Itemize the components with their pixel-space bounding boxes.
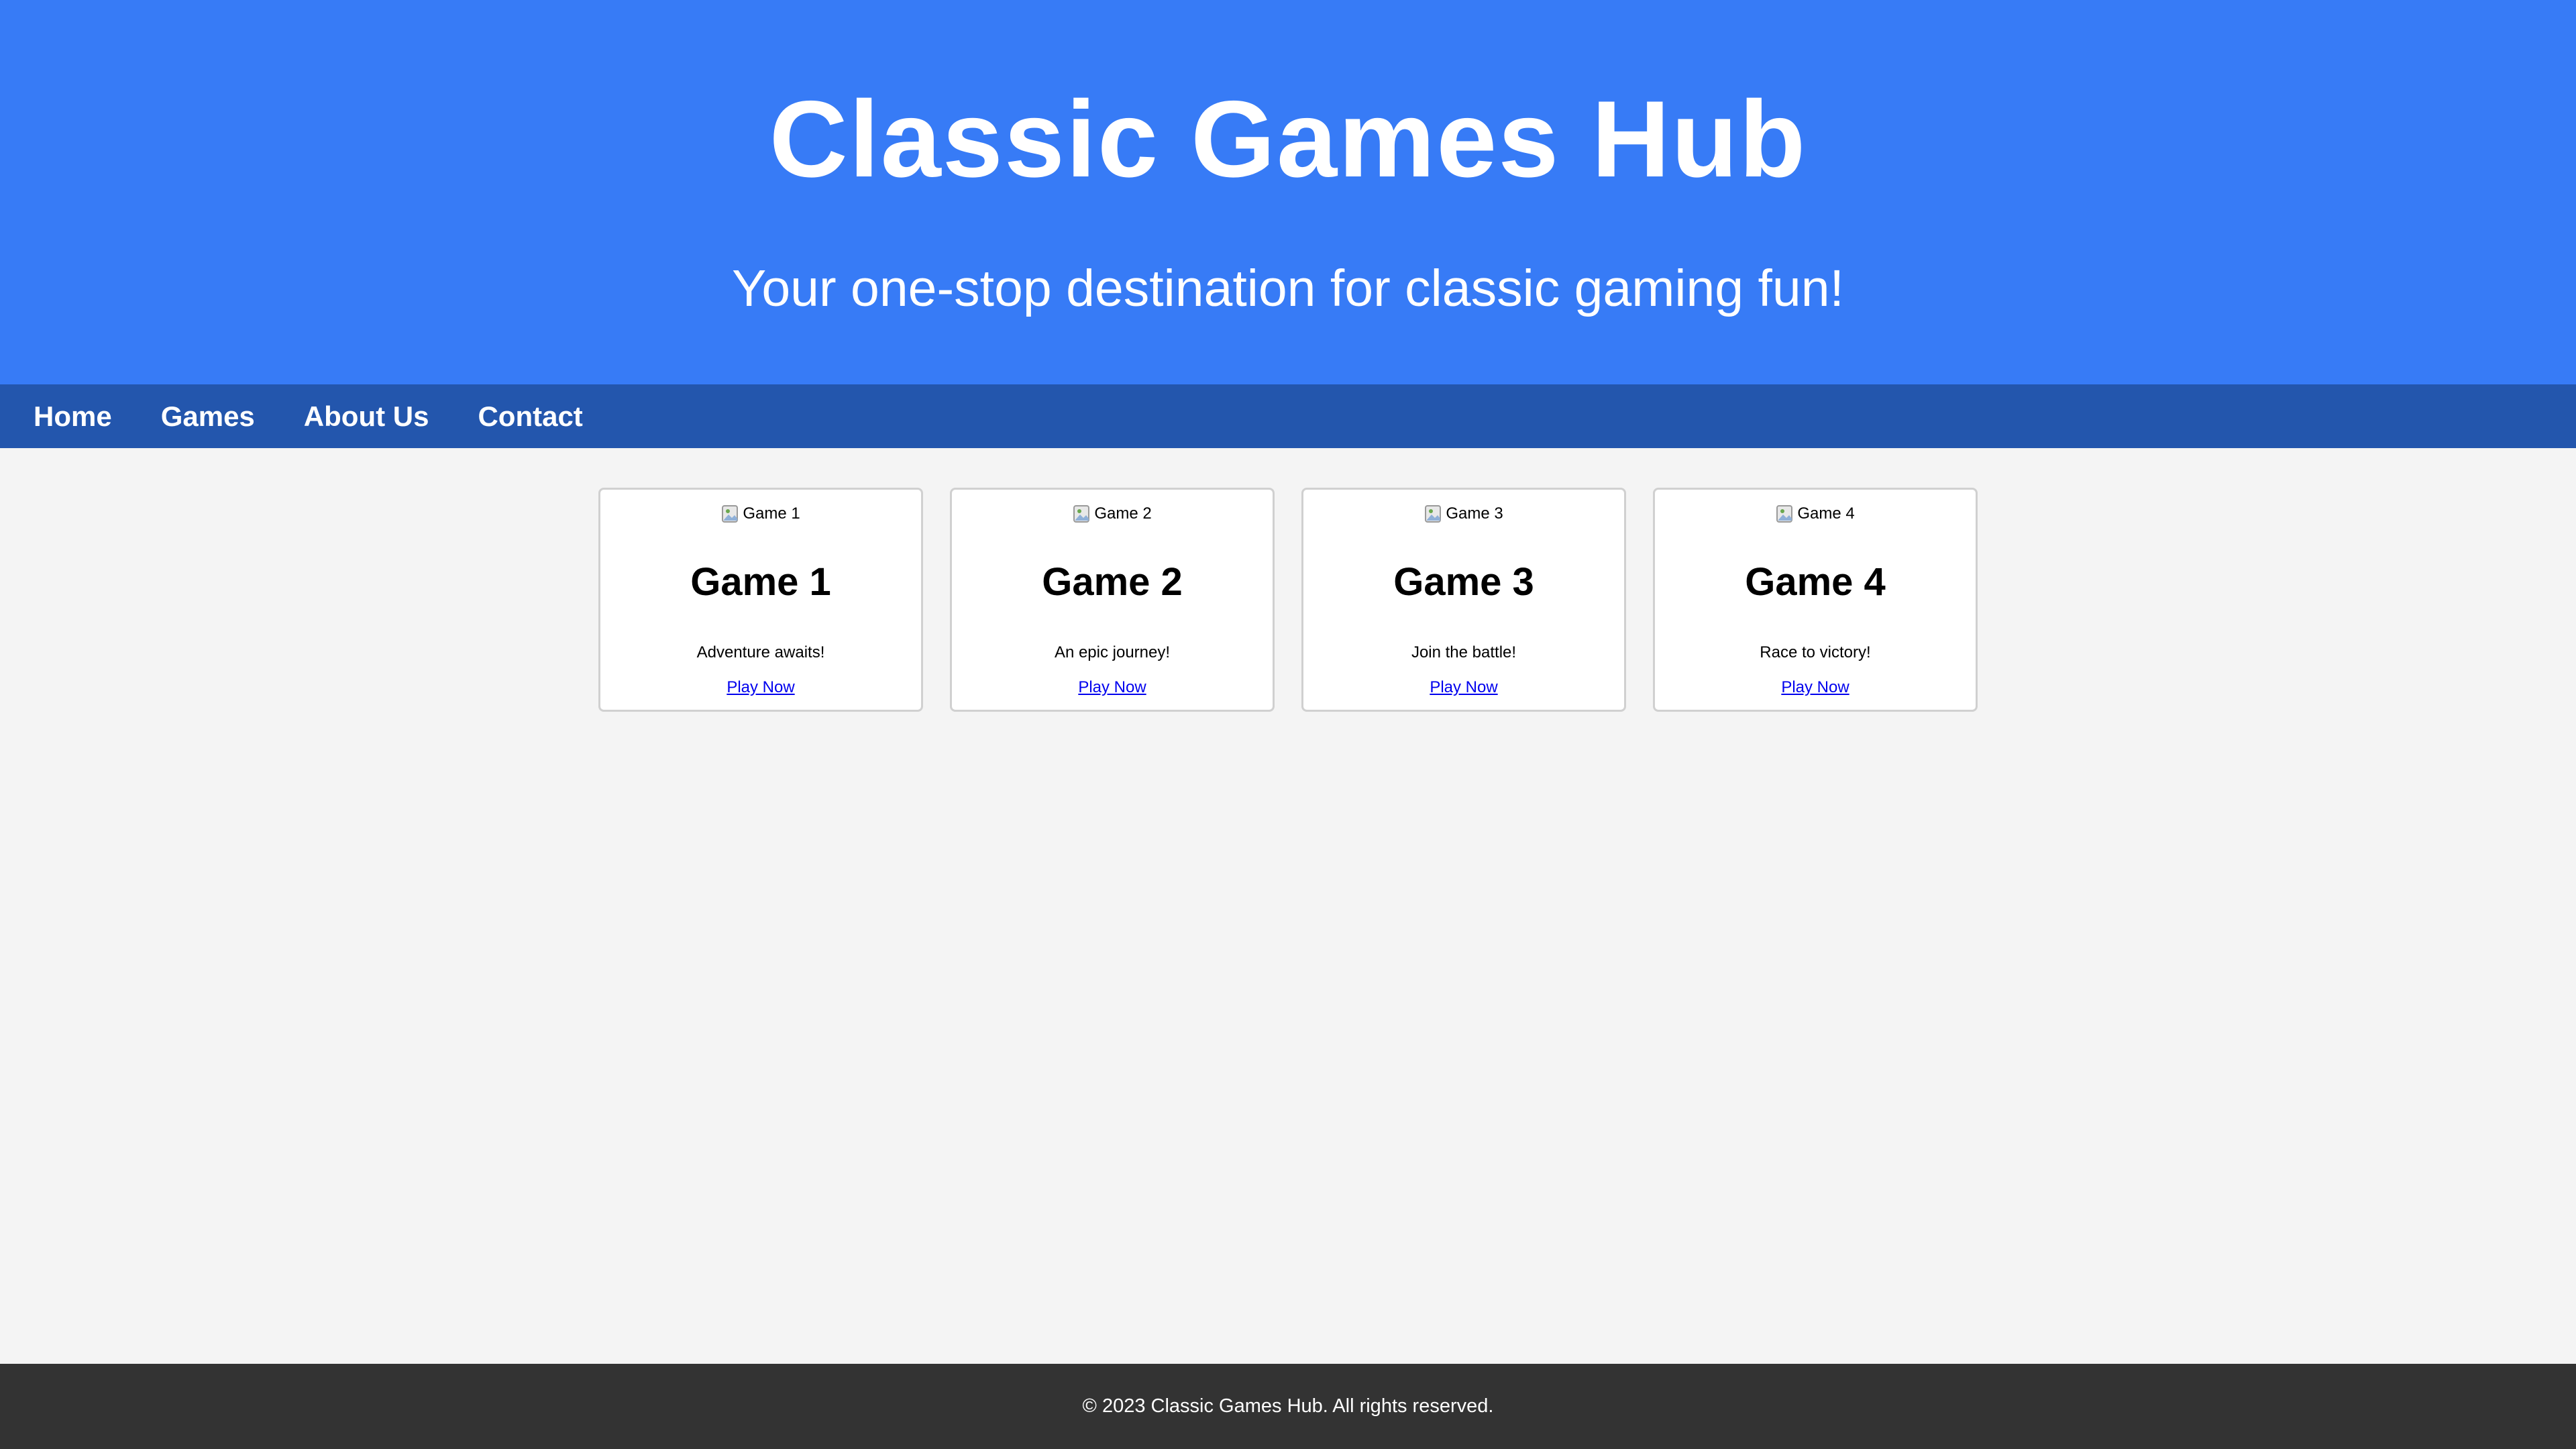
- site-header: Classic Games Hub Your one-stop destinat…: [0, 0, 2576, 384]
- game-card: Game 4 Game 4 Race to victory! Play Now: [1653, 488, 1978, 712]
- main-nav: Home Games About Us Contact: [0, 384, 2576, 448]
- game-title: Game 4: [1745, 560, 1886, 604]
- game-description: Adventure awaits!: [696, 643, 825, 661]
- site-tagline: Your one-stop destination for classic ga…: [732, 260, 1844, 317]
- game-title: Game 1: [690, 560, 831, 604]
- play-now-link[interactable]: Play Now: [1303, 678, 1624, 698]
- game-description: Race to victory!: [1760, 643, 1871, 661]
- game-image-alt: Game 2: [1094, 504, 1152, 523]
- play-now-link[interactable]: Play Now: [600, 678, 921, 698]
- game-card: Game 1 Game 1 Adventure awaits! Play Now: [598, 488, 923, 712]
- game-image: Game 4: [1655, 504, 1976, 524]
- game-description: An epic journey!: [1054, 643, 1171, 661]
- nav-link-about-us[interactable]: About Us: [304, 384, 429, 448]
- game-card: Game 3 Game 3 Join the battle! Play Now: [1301, 488, 1626, 712]
- game-description: Join the battle!: [1411, 643, 1517, 661]
- broken-image-icon: [1073, 504, 1091, 524]
- play-now-link[interactable]: Play Now: [1655, 678, 1976, 698]
- footer-copyright: © 2023 Classic Games Hub. All rights res…: [1082, 1395, 1494, 1417]
- game-image-alt: Game 4: [1797, 504, 1855, 523]
- broken-image-icon: [1776, 504, 1794, 524]
- nav-link-home[interactable]: Home: [34, 384, 112, 448]
- page: Classic Games Hub Your one-stop destinat…: [0, 0, 2576, 1449]
- game-title: Game 2: [1042, 560, 1183, 604]
- nav-link-games[interactable]: Games: [161, 384, 255, 448]
- game-image: Game 2: [952, 504, 1273, 524]
- play-now-link[interactable]: Play Now: [952, 678, 1273, 698]
- game-card-list: Game 1 Game 1 Adventure awaits! Play Now…: [0, 488, 2576, 712]
- broken-image-icon: [1424, 504, 1443, 524]
- game-image-alt: Game 1: [743, 504, 800, 523]
- broken-image-icon: [721, 504, 740, 524]
- site-title: Classic Games Hub: [769, 78, 1807, 200]
- game-title: Game 3: [1393, 560, 1534, 604]
- game-card: Game 2 Game 2 An epic journey! Play Now: [950, 488, 1275, 712]
- site-footer: © 2023 Classic Games Hub. All rights res…: [0, 1364, 2576, 1449]
- game-image: Game 3: [1303, 504, 1624, 524]
- game-image: Game 1: [600, 504, 921, 524]
- nav-link-contact[interactable]: Contact: [478, 384, 582, 448]
- game-image-alt: Game 3: [1446, 504, 1503, 523]
